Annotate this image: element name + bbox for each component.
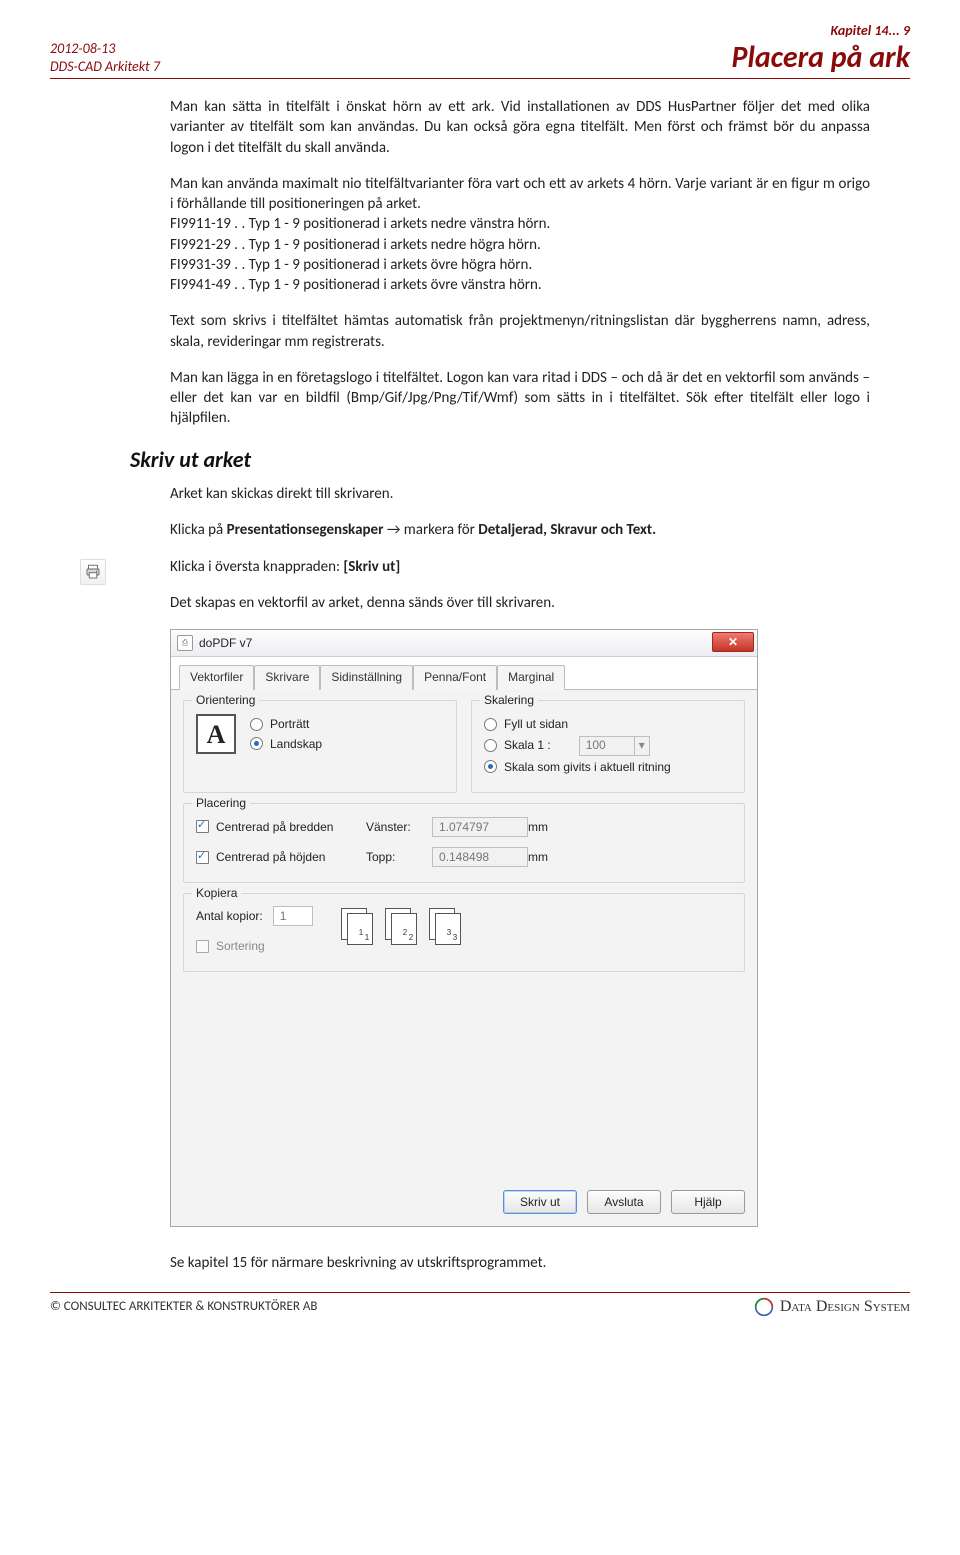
checkbox-label: Centrerad på höjden — [216, 849, 325, 865]
group-legend: Skalering — [480, 692, 538, 708]
app-icon: ⎙ — [177, 635, 193, 651]
paragraph: Arket kan skickas direkt till skrivaren. — [170, 484, 870, 504]
group-orientering: Orientering A Porträtt — [183, 700, 457, 792]
header-product: DDS-CAD Arkitekt 7 — [50, 58, 160, 76]
input-left[interactable]: 1.074797 — [432, 817, 528, 837]
paragraph: Se kapitel 15 för närmare beskrivning av… — [170, 1253, 870, 1273]
close-button[interactable]: ✕ — [712, 632, 754, 652]
paragraph: Man kan använda maximalt nio titelfältva… — [170, 174, 870, 296]
dialog-tabs: Vektorfiler Skrivare Sidinställning Penn… — [171, 657, 757, 690]
footer-copyright: © CONSULTEC ARKITEKTER & KONSTRUKTÖRER A… — [50, 1299, 317, 1314]
group-kopiera: Kopiera Antal kopior: 1 Sortering — [183, 893, 745, 972]
radio-label: Skala 1 : — [504, 737, 551, 753]
group-legend: Placering — [192, 795, 250, 811]
page-footer: © CONSULTEC ARKITEKTER & KONSTRUKTÖRER A… — [50, 1292, 910, 1317]
group-legend: Orientering — [192, 692, 259, 708]
header-chapter: Kapitel 14... 9 — [732, 22, 910, 39]
collate-illustration: 1 1 2 2 3 — [341, 908, 463, 946]
radio-portrait[interactable] — [250, 718, 263, 731]
radio-label: Skala som givits i aktuell ritning — [504, 759, 671, 775]
checkbox-center-height[interactable] — [196, 851, 209, 864]
group-legend: Kopiera — [192, 885, 241, 901]
label-copies: Antal kopior: — [196, 908, 263, 924]
checkbox-label: Centrerad på bredden — [216, 819, 333, 835]
section-heading: Skriv ut arket — [130, 445, 870, 475]
print-dialog: ⎙ doPDF v7 ✕ Vektorfiler Skrivare Sidins… — [170, 629, 758, 1227]
radio-label: Landskap — [270, 736, 322, 752]
page-header: 2012-08-13 DDS-CAD Arkitekt 7 Kapitel 14… — [50, 22, 910, 79]
group-placering: Placering Centrerad på bredden Vänster: … — [183, 803, 745, 883]
print-button[interactable]: Skriv ut — [503, 1190, 577, 1214]
close-dialog-button[interactable]: Avsluta — [587, 1190, 661, 1214]
checkbox-collate[interactable] — [196, 940, 209, 953]
paragraph: Klicka på Presentationsegenskaper → mark… — [170, 520, 870, 540]
tab-marginal[interactable]: Marginal — [497, 665, 565, 690]
input-top[interactable]: 0.148498 — [432, 847, 528, 867]
orientation-glyph: A — [196, 714, 236, 754]
radio-fill-page[interactable] — [484, 718, 497, 731]
help-button[interactable]: Hjälp — [671, 1190, 745, 1214]
radio-label: Porträtt — [270, 716, 309, 732]
paragraph: Det skapas en vektorfil av arket, denna … — [170, 593, 870, 613]
dropdown-icon[interactable]: ▾ — [634, 736, 650, 756]
paragraph: Klicka i översta knappraden: [Skriv ut] — [170, 557, 870, 577]
radio-label: Fyll ut sidan — [504, 716, 568, 732]
label-top: Topp: — [366, 849, 432, 865]
label-left: Vänster: — [366, 819, 432, 835]
page-title: Placera på ark — [732, 39, 910, 76]
paragraph: Man kan sätta in titelfält i önskat hörn… — [170, 97, 870, 158]
paragraph: Man kan lägga in en företagslogo i titel… — [170, 368, 870, 429]
unit-label: mm — [528, 819, 558, 835]
checkbox-label: Sortering — [216, 938, 265, 954]
checkbox-center-width[interactable] — [196, 820, 209, 833]
radio-landscape[interactable] — [250, 737, 263, 750]
header-date: 2012-08-13 — [50, 40, 160, 58]
radio-scale-as-drawn[interactable] — [484, 760, 497, 773]
unit-label: mm — [528, 849, 558, 865]
printer-icon — [80, 559, 106, 585]
paragraph: Text som skrivs i titelfältet hämtas aut… — [170, 311, 870, 352]
radio-scale-1[interactable] — [484, 739, 497, 752]
tab-skrivare[interactable]: Skrivare — [254, 665, 320, 690]
group-skalering: Skalering Fyll ut sidan Skala 1 : 100 ▾ — [471, 700, 745, 792]
footer-brand: Data Design System — [754, 1297, 910, 1317]
tab-sidinstallning[interactable]: Sidinställning — [320, 665, 413, 690]
scale-value-input[interactable]: 100 — [579, 736, 635, 756]
input-copies[interactable]: 1 — [273, 906, 313, 926]
dialog-titlebar: ⎙ doPDF v7 ✕ — [171, 630, 757, 657]
tab-vektorfiler[interactable]: Vektorfiler — [179, 665, 254, 690]
brand-logo-icon — [754, 1297, 774, 1317]
tab-penna-font[interactable]: Penna/Font — [413, 665, 497, 690]
dialog-title: doPDF v7 — [199, 635, 252, 651]
